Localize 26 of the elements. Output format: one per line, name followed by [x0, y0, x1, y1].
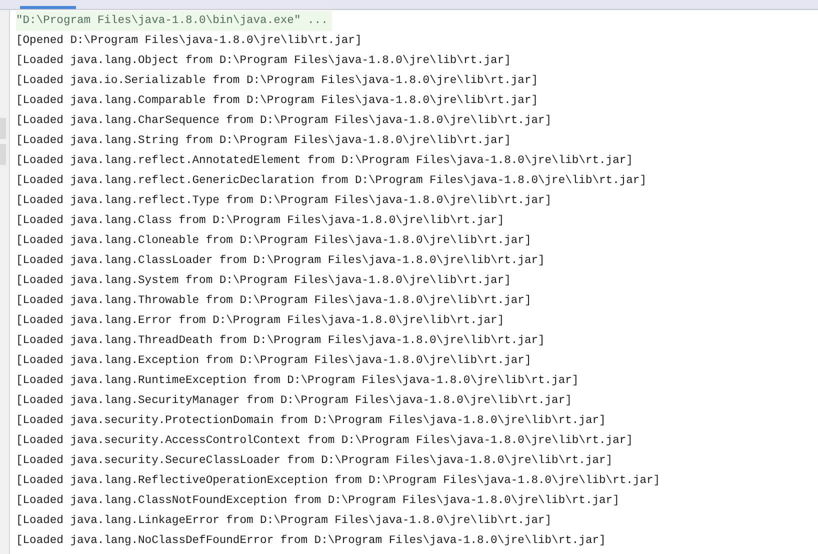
console-output-line: [Loaded java.lang.Cloneable from D:\Program Files\java-1.8.0\jre\lib\rt.jar] [16, 234, 532, 249]
console-output-line: [Loaded java.lang.Exception from D:\Program Files\java-1.8.0\jre\lib\rt.jar] [16, 354, 532, 369]
console-output-line: [Loaded java.lang.Throwable from D:\Program Files\java-1.8.0\jre\lib\rt.jar] [16, 294, 532, 309]
console-output-line: [Loaded java.lang.reflect.Type from D:\Program Files\java-1.8.0\jre\lib\rt.jar] [16, 194, 552, 209]
console-output-line: [Loaded java.lang.CharSequence from D:\Program Files\java-1.8.0\jre\lib\rt.jar] [16, 114, 552, 129]
console-output-line: [Loaded java.lang.ClassLoader from D:\Program Files\java-1.8.0\jre\lib\rt.jar] [16, 254, 545, 269]
console-output-line: [Loaded java.lang.Class from D:\Program Files\java-1.8.0\jre\lib\rt.jar] [16, 214, 504, 229]
console-output-line: [Loaded java.lang.System from D:\Program Files\java-1.8.0\jre\lib\rt.jar] [16, 274, 511, 289]
console-output-line: [Loaded java.lang.LinkageError from D:\Program Files\java-1.8.0\jre\lib\rt.jar] [16, 514, 552, 529]
console-output-line: [Loaded java.lang.ClassNotFoundException from D:\Program Files\java-1.8.0\jre\lib\rt.jar] [16, 494, 620, 509]
console-output-line: [Loaded java.security.SecureClassLoader from D:\Program Files\java-1.8.0\jre\lib\rt.jar] [16, 454, 613, 469]
console-output-line: [Loaded java.lang.RuntimeException from D:\Program Files\java-1.8.0\jre\lib\rt.jar] [16, 374, 579, 389]
console-output-line: [Loaded java.lang.Error from D:\Program Files\java-1.8.0\jre\lib\rt.jar] [16, 314, 504, 329]
console-output-line: [Loaded java.lang.Comparable from D:\Program Files\java-1.8.0\jre\lib\rt.jar] [16, 94, 538, 109]
console-output-line: [Loaded java.lang.Object from D:\Program Files\java-1.8.0\jre\lib\rt.jar] [16, 54, 511, 69]
console-output-line: [Opened D:\Program Files\java-1.8.0\jre\lib\rt.jar] [16, 34, 362, 49]
console-output-line: [Loaded java.security.AccessControlContext from D:\Program Files\java-1.8.0\jre\lib\rt.jar] [16, 434, 633, 449]
console-output-line: [Loaded java.lang.String from D:\Program Files\java-1.8.0\jre\lib\rt.jar] [16, 134, 511, 149]
console-output-line: [Loaded java.lang.SecurityManager from D:\Program Files\java-1.8.0\jre\lib\rt.jar] [16, 394, 572, 409]
console-output-line: [Loaded java.lang.reflect.GenericDeclaration from D:\Program Files\java-1.8.0\jre\lib\rt.jar] [16, 174, 646, 189]
console-output-line: [Loaded java.security.ProtectionDomain from D:\Program Files\java-1.8.0\jre\lib\rt.jar] [16, 414, 606, 429]
console-output-line: [Loaded java.lang.NoClassDefFoundError from D:\Program Files\java-1.8.0\jre\lib\rt.jar] [16, 534, 606, 549]
console-output-line: [Loaded java.lang.ThreadDeath from D:\Program Files\java-1.8.0\jre\lib\rt.jar] [16, 334, 545, 349]
console-output-line: [Loaded java.lang.reflect.AnnotatedElement from D:\Program Files\java-1.8.0\jre\lib\rt.jar] [16, 154, 633, 169]
console-output-line: [Loaded java.lang.ReflectiveOperationException from D:\Program Files\java-1.8.0\jre\lib\rt.jar] [16, 474, 660, 489]
console-output-line: [Loaded java.io.Serializable from D:\Program Files\java-1.8.0\jre\lib\rt.jar] [16, 74, 538, 89]
